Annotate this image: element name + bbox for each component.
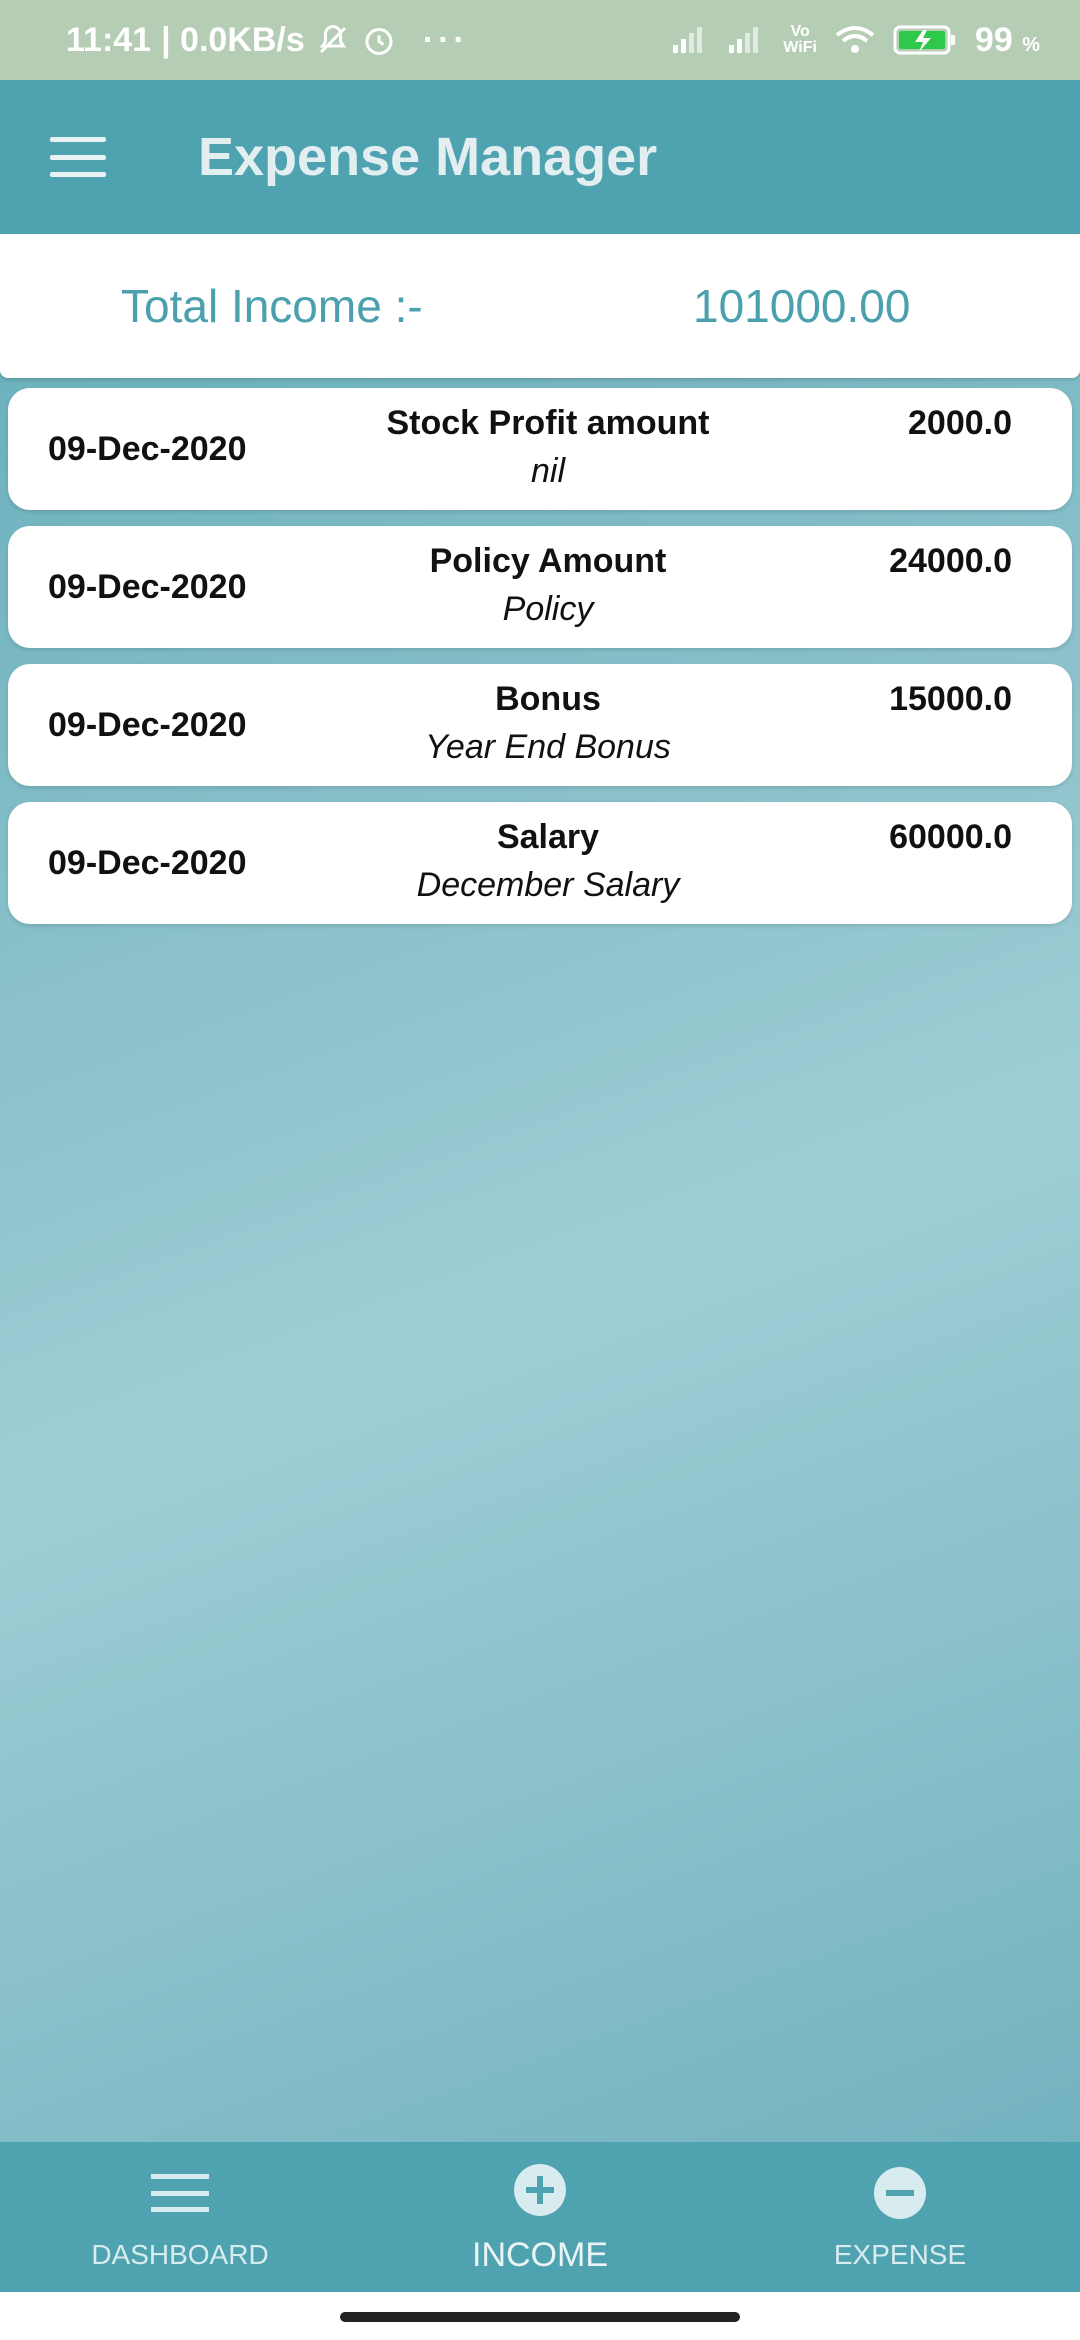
entry-date: 09-Dec-2020 — [48, 567, 247, 606]
entry-date: 09-Dec-2020 — [48, 705, 247, 744]
signal-icon — [671, 25, 709, 55]
alarm-icon — [361, 22, 397, 58]
total-income-card: Total Income :- 101000.00 — [0, 234, 1080, 378]
entry-amount: 60000.0 — [889, 818, 1012, 856]
home-gesture-bar[interactable] — [340, 2312, 740, 2322]
minus-circle-icon — [874, 2167, 926, 2219]
entry-title: Policy Amount — [429, 542, 667, 580]
bottom-navigation: DASHBOARD INCOME EXPENSE — [0, 2142, 1080, 2292]
total-income-value: 101000.00 — [693, 280, 911, 332]
list-icon — [151, 2174, 209, 2212]
vowifi-label-bottom: WiFi — [783, 39, 817, 56]
entry-title: Bonus — [495, 680, 601, 718]
app-bar: Expense Manager — [0, 80, 1080, 234]
more-indicator: ··· — [422, 20, 469, 59]
hamburger-menu-icon[interactable] — [50, 137, 106, 177]
list-item[interactable]: 09-Dec-2020 Bonus Year End Bonus 15000.0 — [8, 664, 1072, 786]
vowifi-label-top: Vo — [790, 23, 810, 40]
nav-dashboard-label: DASHBOARD — [91, 2239, 269, 2270]
entry-date: 09-Dec-2020 — [48, 843, 247, 882]
entry-title: Stock Profit amount — [386, 404, 710, 442]
wifi-icon — [835, 25, 875, 55]
entry-note: Policy — [502, 590, 594, 628]
signal-icon — [727, 25, 765, 55]
battery-percent: 99 — [974, 20, 1013, 59]
entry-date: 09-Dec-2020 — [48, 429, 247, 468]
app-title: Expense Manager — [198, 127, 658, 187]
network-speed: | 0.0KB/s — [161, 20, 305, 59]
nav-expense[interactable]: EXPENSE — [720, 2142, 1080, 2292]
entry-amount: 2000.0 — [908, 404, 1012, 442]
nav-income[interactable]: INCOME — [360, 2142, 720, 2292]
list-item[interactable]: 09-Dec-2020 Policy Amount Policy 24000.0 — [8, 526, 1072, 648]
vowifi-label: Vo WiFi — [783, 24, 817, 56]
entry-note: nil — [530, 452, 566, 490]
status-bar: 11:41 | 0.0KB/s ··· Vo WiFi 99 % — [0, 0, 1080, 80]
total-income-label: Total Income :- — [121, 280, 423, 332]
mute-icon — [315, 22, 351, 58]
entry-title: Salary — [496, 818, 600, 856]
entry-amount: 15000.0 — [889, 680, 1012, 718]
entry-note: December Salary — [416, 866, 680, 904]
battery-unit: % — [1022, 33, 1040, 56]
system-gesture-area — [0, 2292, 1080, 2340]
status-time: 11:41 — [66, 20, 152, 59]
battery-charging-icon — [893, 24, 957, 56]
entry-note: Year End Bonus — [425, 728, 671, 766]
nav-dashboard[interactable]: DASHBOARD — [0, 2142, 360, 2292]
nav-income-label: INCOME — [472, 2235, 608, 2274]
income-list: 09-Dec-2020 Stock Profit amount nil 2000… — [8, 388, 1072, 940]
nav-expense-label: EXPENSE — [833, 2239, 967, 2270]
list-item[interactable]: 09-Dec-2020 Salary December Salary 60000… — [8, 802, 1072, 924]
entry-amount: 24000.0 — [889, 542, 1012, 580]
list-item[interactable]: 09-Dec-2020 Stock Profit amount nil 2000… — [8, 388, 1072, 510]
plus-circle-icon — [514, 2163, 566, 2216]
